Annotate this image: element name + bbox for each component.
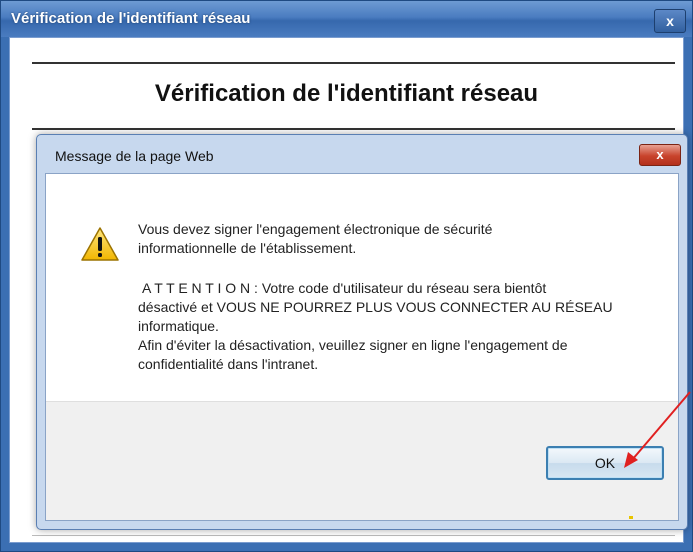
message-dialog: Message de la page Web x Vous devez sign… [36,134,688,530]
message-line: Vous devez signer l'engagement électroni… [138,221,493,237]
outer-window-title: Vérification de l'identifiant réseau [11,10,251,27]
message-line: informationnelle de l'établissement. [138,240,357,256]
page-heading: Vérification de l'identifiant réseau [154,80,539,107]
message-line: confidentialité dans l'intranet. [138,356,319,372]
dialog-close-button[interactable]: x [639,144,681,166]
bottom-rule [32,535,675,536]
close-icon: x [656,147,664,162]
message-line: informatique. [138,318,219,334]
header-top-rule [32,62,675,64]
decorative-dot [629,516,633,519]
header-bottom-rule [32,128,675,130]
outer-close-button[interactable]: x [654,9,686,33]
dialog-titlebar[interactable]: Message de la page Web x [37,135,687,173]
message-line: : Votre code d'utilisateur du réseau ser… [250,280,547,296]
outer-titlebar[interactable]: Vérification de l'identifiant réseau x [1,1,692,37]
dialog-title: Message de la page Web [55,148,214,164]
red-arrow-annotation [624,391,691,468]
warning-icon [81,227,119,261]
message-line: désactivé et VOUS NE POURREZ PLUS VOUS C… [138,299,613,315]
close-icon: x [666,13,674,29]
dialog-message: Vous devez signer l'engagement électroni… [138,220,658,374]
message-line: Afin d'éviter la désactivation, veuillez… [138,337,568,353]
attention-label: A T T E N T I O N [142,280,251,296]
